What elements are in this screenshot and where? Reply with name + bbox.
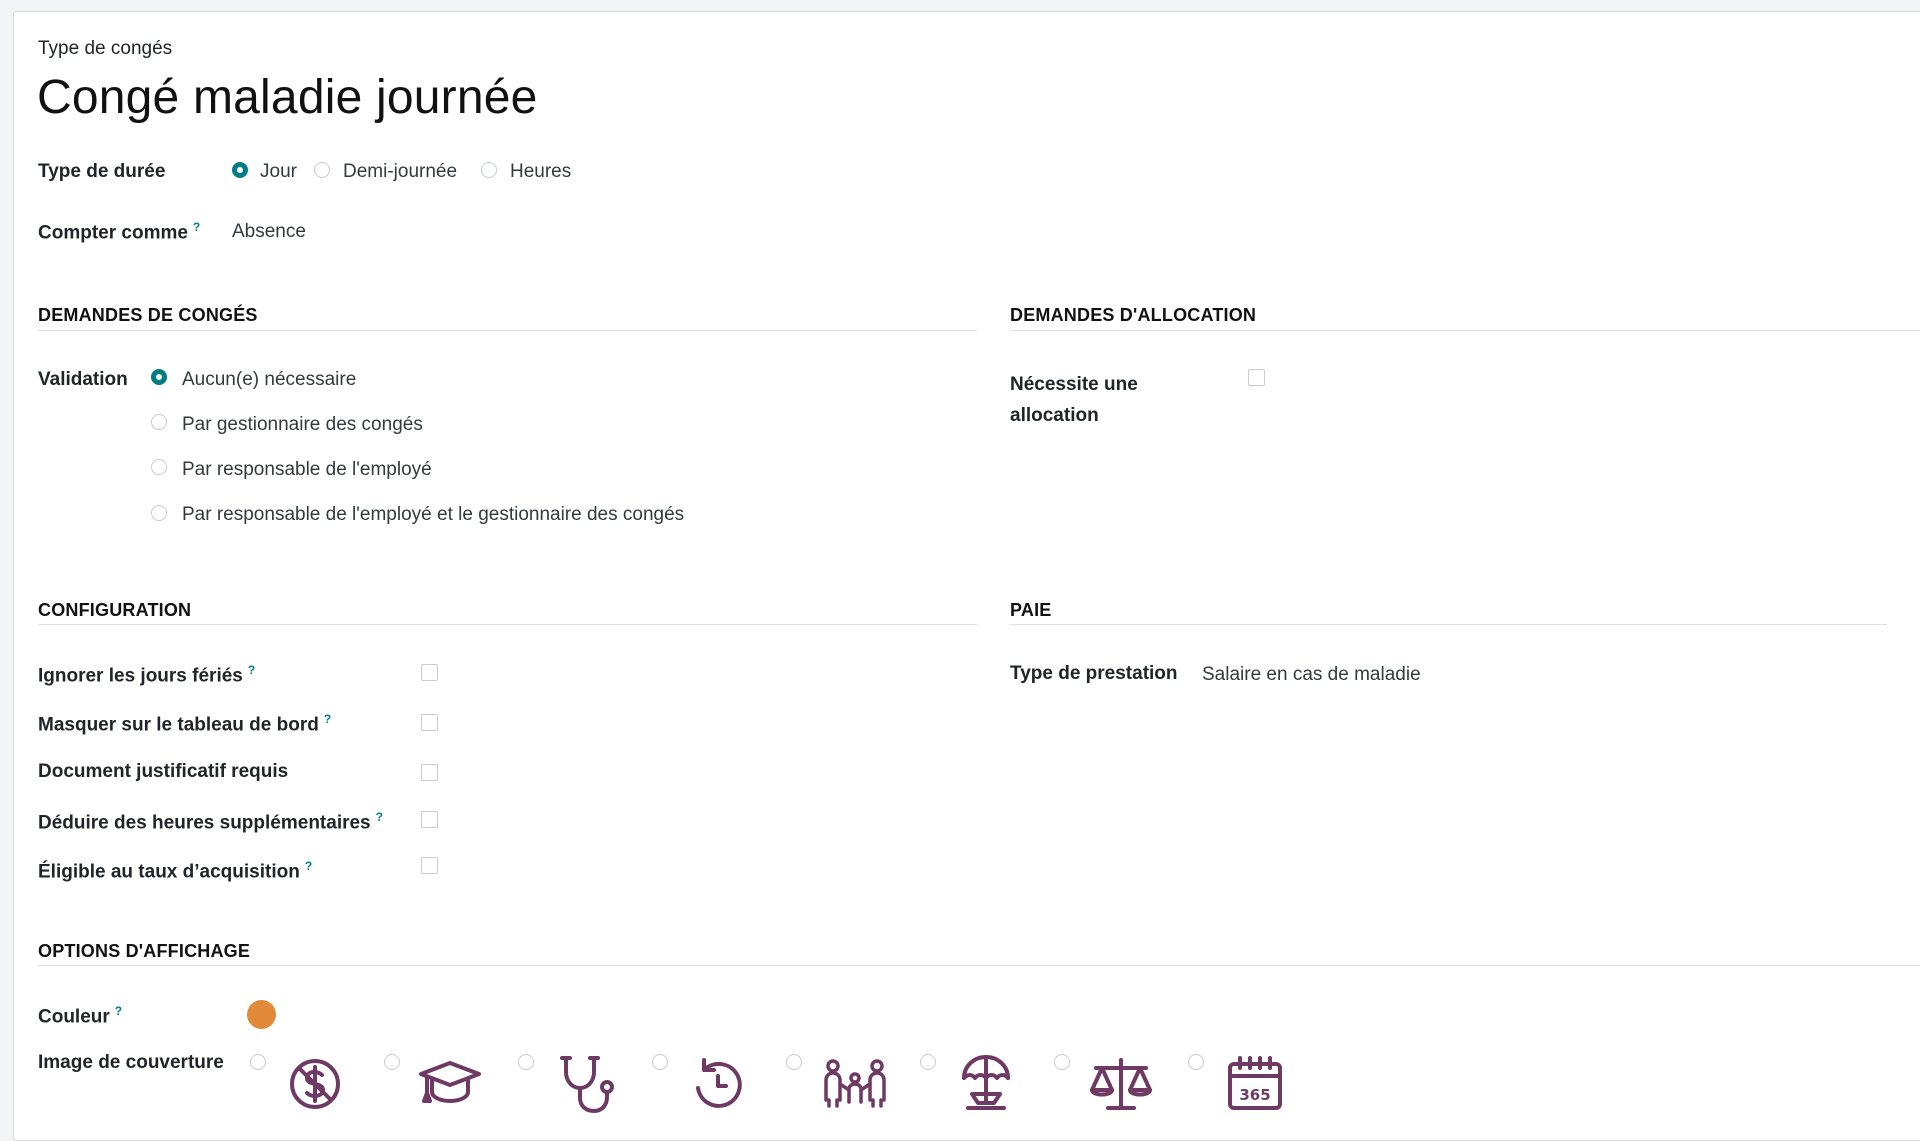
requires-allocation-label-line1: Nécessite une: [1010, 374, 1138, 395]
beach-umbrella-icon[interactable]: [958, 1052, 1014, 1112]
calendar-365-icon[interactable]: 365: [1224, 1054, 1286, 1114]
radio-cover-family[interactable]: [786, 1054, 802, 1070]
radio-validation-none-label[interactable]: Aucun(e) nécessaire: [182, 369, 356, 391]
section-divider: [38, 965, 1920, 966]
radio-cover-calendar[interactable]: [1188, 1054, 1204, 1070]
section-configuration: CONFIGURATION: [38, 600, 192, 620]
ignore-public-holidays-help-icon[interactable]: ?: [248, 663, 255, 677]
hide-on-dashboard-help-icon[interactable]: ?: [324, 712, 331, 726]
count-as-label-text: Compter comme: [38, 222, 188, 244]
benefit-type-value[interactable]: Salaire en cas de maladie: [1202, 664, 1421, 686]
radio-duration-day[interactable]: [232, 162, 248, 178]
cover-image-label: Image de couverture: [38, 1052, 224, 1073]
page-title[interactable]: Congé maladie journée: [37, 70, 538, 125]
radio-cover-graduation[interactable]: [384, 1054, 400, 1070]
hide-on-dashboard-checkbox[interactable]: [421, 714, 438, 731]
radio-cover-scale[interactable]: [1054, 1054, 1070, 1070]
radio-duration-hours[interactable]: [481, 162, 497, 178]
ignore-public-holidays-text: Ignorer les jours fériés: [38, 665, 243, 687]
accrual-eligible-label: Éligible au taux d’acquisition?: [38, 859, 312, 883]
section-leave-requests: DEMANDES DE CONGÉS: [38, 305, 258, 325]
accrual-eligible-checkbox[interactable]: [421, 857, 438, 874]
radio-validation-both-label[interactable]: Par responsable de l'employé et le gesti…: [182, 504, 684, 526]
stethoscope-icon[interactable]: [554, 1052, 618, 1116]
ignore-public-holidays-label: Ignorer les jours fériés?: [38, 663, 255, 687]
radio-validation-employee-manager[interactable]: [151, 459, 167, 475]
requires-allocation-checkbox[interactable]: [1248, 369, 1265, 386]
count-as-help-icon[interactable]: ?: [193, 220, 200, 234]
color-help-icon[interactable]: ?: [115, 1004, 122, 1018]
ignore-public-holidays-checkbox[interactable]: [421, 664, 438, 681]
radio-duration-day-label[interactable]: Jour: [260, 161, 297, 183]
radio-duration-hours-label[interactable]: Heures: [510, 161, 571, 183]
radio-validation-leave-manager[interactable]: [151, 414, 167, 430]
deduct-overtime-help-icon[interactable]: ?: [376, 810, 383, 824]
radio-validation-both[interactable]: [151, 505, 167, 521]
calendar-365-text: 365: [1239, 1086, 1270, 1104]
section-divider: [38, 624, 977, 625]
deduct-overtime-label: Déduire des heures supplémentaires?: [38, 810, 383, 834]
accrual-eligible-text: Éligible au taux d’acquisition: [38, 861, 300, 883]
benefit-type-label: Type de prestation: [1010, 663, 1178, 684]
count-as-label: Compter comme?: [38, 220, 200, 244]
color-swatch[interactable]: [247, 1000, 276, 1029]
radio-duration-half-day[interactable]: [314, 162, 330, 178]
radio-cover-beach[interactable]: [920, 1054, 936, 1070]
section-payroll: PAIE: [1010, 600, 1052, 620]
breadcrumb: Type de congés: [38, 38, 173, 59]
section-divider: [1010, 330, 1920, 331]
count-as-value[interactable]: Absence: [232, 221, 306, 243]
form-sheet: Type de congés Congé maladie journée Typ…: [13, 11, 1920, 1141]
family-icon[interactable]: [820, 1056, 890, 1112]
radio-validation-none[interactable]: [151, 369, 167, 385]
duration-type-label: Type de durée: [38, 161, 166, 182]
radio-cover-dollar[interactable]: [250, 1054, 266, 1070]
deduct-overtime-text: Déduire des heures supplémentaires: [38, 812, 371, 834]
section-divider: [1010, 624, 1887, 625]
section-divider: [38, 330, 977, 331]
requires-allocation-label: Nécessite une allocation: [1010, 369, 1138, 431]
radio-cover-history[interactable]: [652, 1054, 668, 1070]
supporting-document-checkbox[interactable]: [421, 764, 438, 781]
dollar-circle-icon[interactable]: [287, 1056, 343, 1112]
supporting-document-label: Document justificatif requis: [38, 761, 288, 783]
color-label-text: Couleur: [38, 1006, 110, 1028]
hide-on-dashboard-label: Masquer sur le tableau de bord?: [38, 712, 331, 736]
supporting-document-text: Document justificatif requis: [38, 761, 289, 782]
history-arrow-icon[interactable]: [690, 1056, 746, 1112]
radio-duration-half-day-label[interactable]: Demi-journée: [343, 161, 457, 183]
radio-validation-employee-manager-label[interactable]: Par responsable de l'employé: [182, 459, 432, 481]
radio-validation-leave-manager-label[interactable]: Par gestionnaire des congés: [182, 414, 423, 436]
accrual-eligible-help-icon[interactable]: ?: [305, 859, 312, 873]
radio-cover-stethoscope[interactable]: [518, 1054, 534, 1070]
graduation-cap-icon[interactable]: [417, 1056, 483, 1112]
requires-allocation-label-line2: allocation: [1010, 405, 1099, 426]
section-allocation-requests: DEMANDES D'ALLOCATION: [1010, 305, 1257, 325]
section-display-options: OPTIONS D'AFFICHAGE: [38, 941, 251, 961]
deduct-overtime-checkbox[interactable]: [421, 811, 438, 828]
balance-scale-icon[interactable]: [1088, 1056, 1154, 1112]
hide-on-dashboard-text: Masquer sur le tableau de bord: [38, 714, 319, 736]
validation-label: Validation: [38, 369, 128, 390]
color-label: Couleur?: [38, 1004, 122, 1028]
